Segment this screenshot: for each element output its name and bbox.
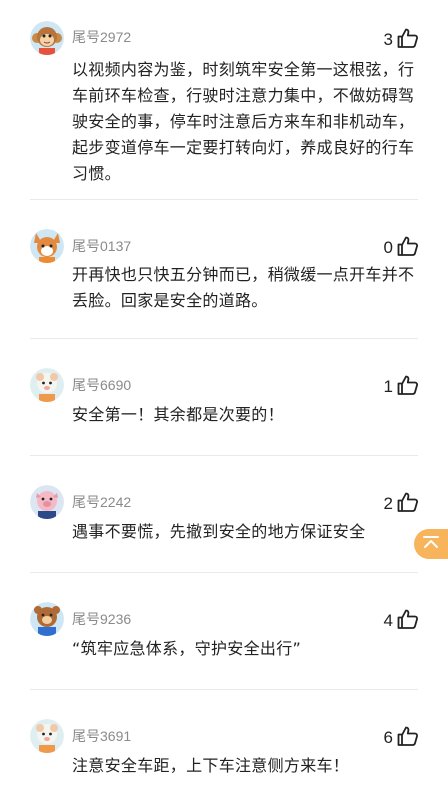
comment-text: 遇事不要慌，先撤到安全的地方保证安全 — [72, 522, 366, 541]
avatar[interactable] — [30, 21, 64, 55]
like-button[interactable]: 1 — [384, 373, 420, 401]
avatar[interactable] — [30, 229, 64, 263]
thumbs-up-icon — [396, 26, 420, 54]
thumbs-up-icon — [396, 724, 420, 752]
avatar[interactable] — [30, 368, 64, 402]
divider — [30, 338, 418, 339]
like-count: 4 — [383, 611, 393, 630]
like-button[interactable]: 2 — [384, 490, 420, 518]
avatar[interactable] — [30, 719, 64, 753]
comment-text: “筑牢应急体系，守护安全出行” — [72, 639, 302, 658]
thumbs-up-icon — [396, 373, 420, 401]
username[interactable]: 尾号6690 — [72, 376, 131, 394]
comment-text: 安全第一！其余都是次要的！ — [72, 405, 284, 424]
like-count: 2 — [383, 494, 393, 513]
divider — [30, 689, 418, 690]
like-button[interactable]: 6 — [384, 724, 420, 752]
comment-text: 以视频内容为鉴，时刻筑牢安全第一这根弦，行车前环车检查，行驶时注意力集中，不做妨… — [72, 60, 415, 183]
thumbs-up-icon — [396, 490, 420, 518]
thumbs-up-icon — [396, 607, 420, 635]
like-count: 0 — [383, 238, 393, 257]
divider — [30, 199, 418, 200]
username[interactable]: 尾号3691 — [72, 727, 131, 745]
username[interactable]: 尾号0137 — [72, 237, 131, 255]
chevron-up-icon — [422, 534, 440, 554]
back-to-top-button[interactable] — [414, 529, 448, 559]
like-count: 3 — [383, 30, 393, 49]
avatar[interactable] — [30, 602, 64, 636]
avatar[interactable] — [30, 485, 64, 519]
like-button[interactable]: 0 — [384, 234, 420, 262]
like-count: 6 — [383, 728, 393, 747]
thumbs-up-icon — [396, 234, 420, 262]
divider — [30, 572, 418, 573]
username[interactable]: 尾号2972 — [72, 28, 131, 46]
comment-text: 注意安全车距，上下车注意侧方来车！ — [72, 756, 350, 775]
like-count: 1 — [383, 377, 393, 396]
username[interactable]: 尾号2242 — [72, 493, 131, 511]
like-button[interactable]: 4 — [384, 607, 420, 635]
like-button[interactable]: 3 — [384, 26, 420, 54]
comment-text: 开再快也只快五分钟而已，稍微缓一点开车并不丢脸。回家是安全的道路。 — [72, 265, 415, 310]
divider — [30, 455, 418, 456]
username[interactable]: 尾号9236 — [72, 610, 131, 628]
